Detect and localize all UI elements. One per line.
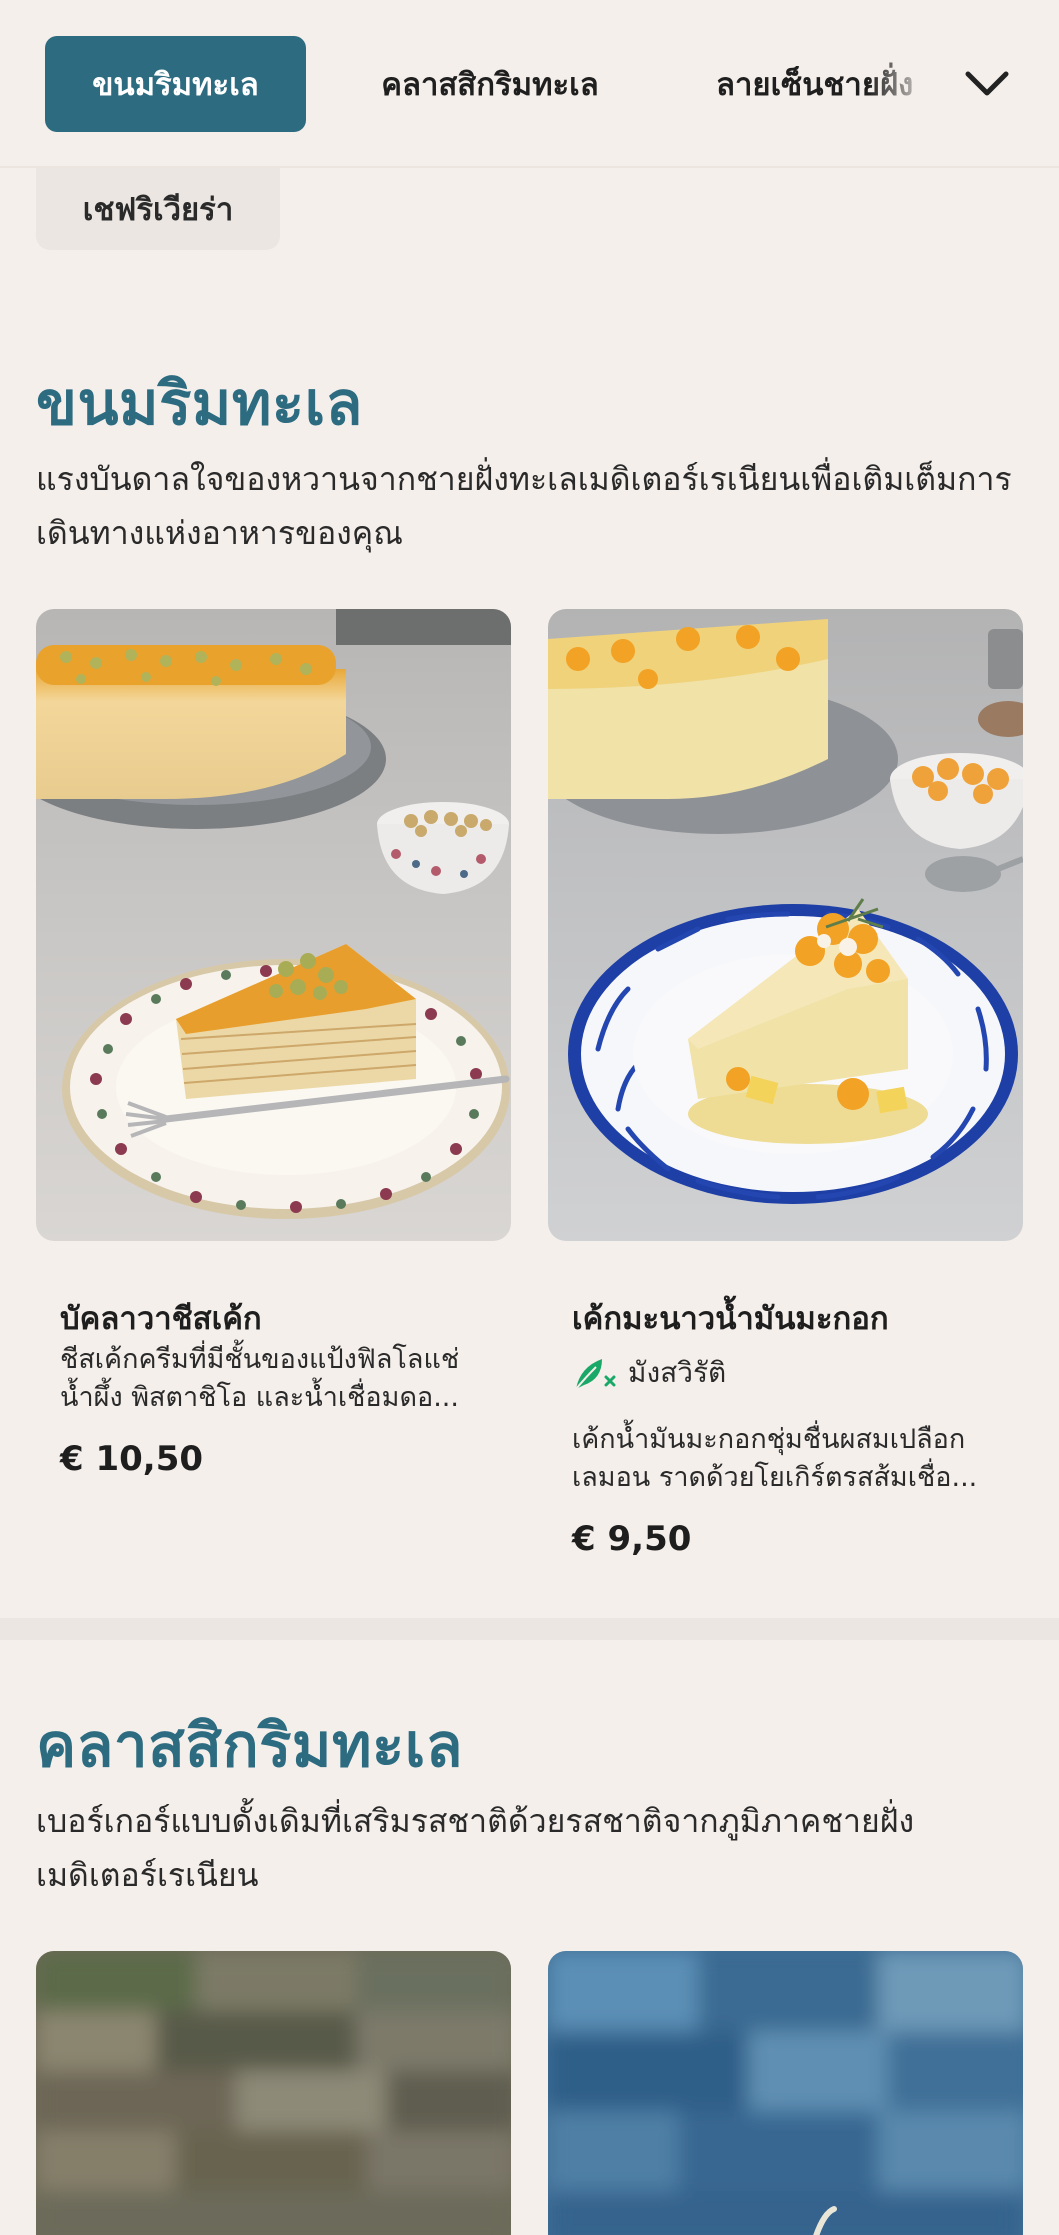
tab-chef-riviera[interactable]: เชฟริเวียร่า (36, 168, 280, 250)
section-description-desserts: แรงบันดาลใจของหวานจากชายฝั่งทะเลเมดิเตอร… (36, 460, 1012, 552)
section-divider (0, 1618, 1059, 1640)
menu-item-name: เค้กมะนาวน้ำมันมะกอก (572, 1301, 889, 1337)
chevron-down-icon[interactable] (958, 58, 1016, 110)
dish-photo (548, 609, 1023, 1241)
dish-photo (36, 1951, 511, 2235)
dish-photo (548, 1951, 1023, 2235)
menu-item-description: เค้กน้ำมันมะกอกชุ่มชื่นผสมเปลือก เลมอน ร… (572, 1424, 978, 1493)
menu-item-price: € 10,50 (60, 1439, 204, 1479)
menu-item-price: € 9,50 (572, 1519, 692, 1559)
dietary-badge: มังสวิรัติ (572, 1351, 726, 1395)
menu-item-description: ชีสเค้กครีมที่มีชั้นของแป้งฟิลโลแช่ น้ำผ… (60, 1344, 460, 1413)
section-title-classics: คลาสสิกริมทะเล (36, 1711, 463, 1781)
section-description-classics: เบอร์เกอร์แบบดั้งเดิมที่เสริมรสชาติด้วยร… (36, 1802, 915, 1894)
section-title-desserts: ขนมริมทะเล (36, 369, 363, 439)
menu-item-card[interactable]: บัคลาวาชีสเค้ก ชีสเค้กครีมที่มีชั้นของแป… (36, 609, 511, 1509)
vegetarian-leaf-icon (575, 1359, 616, 1390)
menu-page: ขนมริมทะเล คลาสสิกริมทะเล ลายเซ็นชายฝั่ง… (0, 0, 1059, 2235)
menu-item-card[interactable]: เค้กมะนาวน้ำมันมะกอก มังสวิรัติ เค้กน้ำม… (548, 609, 1023, 1589)
tab-seaside-classics[interactable]: คลาสสิกริมทะเล (345, 36, 635, 132)
category-nav: ขนมริมทะเล คลาสสิกริมทะเล ลายเซ็นชายฝั่ง (0, 0, 1059, 168)
tab-seaside-desserts[interactable]: ขนมริมทะเล (45, 36, 306, 132)
dish-photo (36, 609, 511, 1241)
menu-item-card[interactable] (548, 1951, 1023, 2235)
menu-item-name: บัคลาวาชีสเค้ก (60, 1301, 262, 1337)
menu-item-card[interactable] (36, 1951, 511, 2235)
dietary-badge-label: มังสวิรัติ (628, 1356, 727, 1389)
tab-coastal-signatures[interactable]: ลายเซ็นชายฝั่ง (716, 36, 934, 132)
